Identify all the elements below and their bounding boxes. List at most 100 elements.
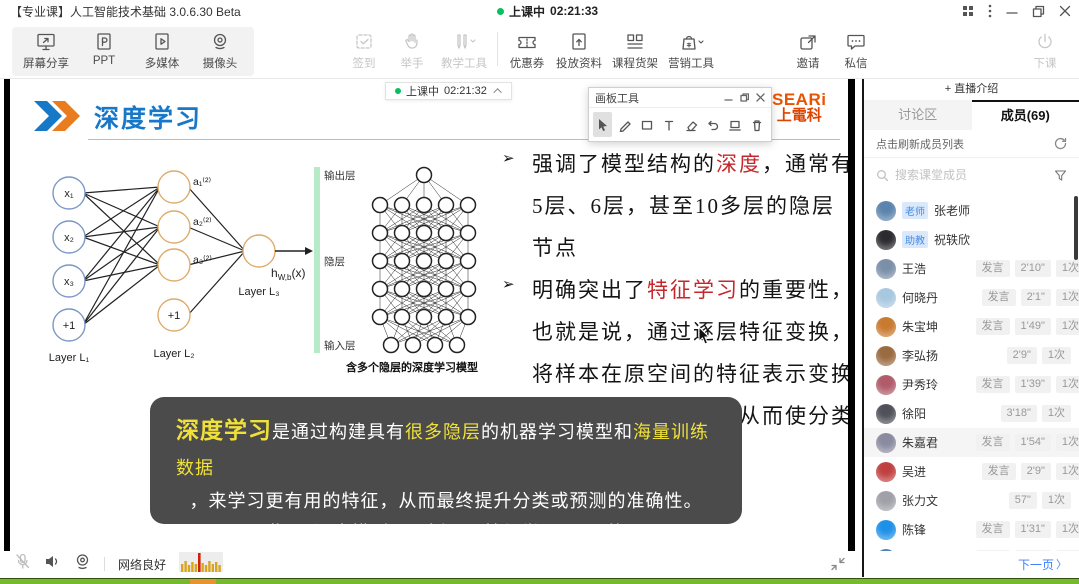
member-stats: 发言 2'1" 1次 <box>982 289 1079 306</box>
member-row[interactable]: 朱宝坤 发言 1'49" 1次 <box>864 312 1079 341</box>
seari-logo-text: SEARi <box>772 91 826 109</box>
status-text: 上课中 <box>509 3 545 20</box>
svg-text:输出层: 输出层 <box>324 169 356 182</box>
svg-text:a₃⁽²⁾: a₃⁽²⁾ <box>193 254 212 266</box>
search-input[interactable] <box>895 168 1048 182</box>
member-row[interactable]: 张昕 发言 1'38" 1次 <box>864 544 1079 551</box>
whiteboard-panel-header[interactable]: 画板工具 <box>589 88 771 108</box>
member-row[interactable]: 尹秀玲 发言 1'39" 1次 <box>864 370 1079 399</box>
bullet-text: 强调了模型结构的 <box>532 152 716 176</box>
member-list-scrollbar[interactable] <box>1074 196 1078 260</box>
more-menu-icon[interactable] <box>988 4 992 18</box>
summary-text: ，来学习更有用的特征，从而最终提升分类或预测的准确性。 <box>176 485 716 518</box>
screen-share-button[interactable]: 屏幕分享 <box>20 30 72 73</box>
next-page-arrow-icon[interactable]: 〉 <box>1056 556 1067 572</box>
member-row[interactable]: 陈锋 发言 1'31" 1次 <box>864 515 1079 544</box>
select-tool-icon[interactable] <box>593 112 612 137</box>
speak-count-chip: 1次 <box>1056 260 1079 277</box>
coupon-button[interactable]: 优惠券 <box>503 30 551 73</box>
member-avatar <box>876 317 896 337</box>
member-avatar <box>876 462 896 482</box>
speak-count-chip: 1次 <box>1056 289 1079 306</box>
end-class-button[interactable]: 下课 <box>1023 30 1067 73</box>
board-tool-icon[interactable] <box>726 112 745 137</box>
member-avatar <box>876 288 896 308</box>
materials-button[interactable]: 投放资料 <box>551 30 607 73</box>
svg-text:x₁: x₁ <box>64 188 74 200</box>
eraser-tool-icon[interactable] <box>682 112 701 137</box>
member-name: 张力文 <box>902 492 938 509</box>
minimize-icon[interactable] <box>1006 5 1018 17</box>
bullet-marker-icon: ➢ <box>502 144 515 174</box>
refresh-members-row[interactable]: 点击刷新成员列表 <box>864 130 1079 158</box>
member-list[interactable]: 老师 张老师 助教 祝轶欣 王浩 发言 2'10" 1次 何晓丹 发言 2'1 <box>864 196 1079 551</box>
app-title: 【专业课】人工智能技术基础 3.0.6.30 Beta <box>10 3 241 20</box>
text-tool-icon[interactable] <box>659 112 678 137</box>
exit-fullscreen-icon[interactable] <box>830 556 846 577</box>
member-row[interactable]: 朱嘉君 发言 1'54" 1次 <box>864 428 1079 457</box>
webcam-icon[interactable] <box>74 553 91 575</box>
wb-close-icon[interactable] <box>756 93 765 102</box>
tab-discussion[interactable]: 讨论区 <box>864 100 972 130</box>
speak-count-chip: 1次 <box>1042 347 1071 364</box>
clear-tool-icon[interactable] <box>748 112 767 137</box>
class-timer-pill[interactable]: 上课中 02:21:32 <box>385 82 512 100</box>
microphone-muted-icon[interactable] <box>14 553 31 575</box>
filter-icon[interactable] <box>1054 169 1067 182</box>
live-intro-header[interactable]: + 直播介绍 <box>864 79 1079 100</box>
seari-logo: SEARi 上電科 <box>772 91 826 125</box>
slide-title: 深度学习 <box>94 99 202 135</box>
mouse-cursor-icon <box>698 327 711 351</box>
svg-text:Layer L₃: Layer L₃ <box>238 286 279 298</box>
close-icon[interactable] <box>1059 5 1071 17</box>
marketing-tools-button[interactable]: 营销工具 <box>663 30 719 73</box>
member-name: 张老师 <box>934 202 970 219</box>
course-shelf-button[interactable]: 课程货架 <box>607 30 663 73</box>
member-row[interactable]: 老师 张老师 <box>864 196 1079 225</box>
speak-action-chip[interactable]: 发言 <box>976 434 1010 451</box>
member-row[interactable]: 张力文 57" 1次 <box>864 486 1079 515</box>
speak-count-chip: 1次 <box>1042 492 1071 509</box>
member-row[interactable]: 王浩 发言 2'10" 1次 <box>864 254 1079 283</box>
multimedia-button[interactable]: 多媒体 <box>136 30 188 73</box>
speak-action-chip[interactable]: 发言 <box>976 260 1010 277</box>
speak-action-chip[interactable]: 发言 <box>976 318 1010 335</box>
checkin-button[interactable]: 签到 <box>340 30 388 73</box>
wb-restore-icon[interactable] <box>740 93 749 102</box>
refresh-icon[interactable] <box>1054 137 1067 150</box>
tab-members[interactable]: 成员(69) <box>972 100 1079 130</box>
speak-action-chip[interactable]: 发言 <box>982 463 1016 480</box>
camera-button[interactable]: 摄像头 <box>194 30 246 73</box>
member-row[interactable]: 徐阳 3'18" 1次 <box>864 399 1079 428</box>
bullet-highlight: 深度 <box>716 152 762 176</box>
layout-grid-icon[interactable] <box>962 5 974 17</box>
pencil-tool-icon[interactable] <box>615 112 634 137</box>
collapse-caret-icon[interactable] <box>493 88 501 96</box>
whiteboard-tools-panel: 画板工具 <box>588 87 772 142</box>
rectangle-tool-icon[interactable] <box>637 112 656 137</box>
member-row[interactable]: 吴进 发言 2'9" 1次 <box>864 457 1079 486</box>
member-row[interactable]: 何晓丹 发言 2'1" 1次 <box>864 283 1079 312</box>
teaching-tools-button[interactable]: 教学工具 <box>436 30 492 73</box>
sidebar: + 直播介绍 讨论区 成员(69) 点击刷新成员列表 老师 张老师 助 <box>862 79 1079 577</box>
av-status-bar: 网络良好 <box>0 551 862 577</box>
member-stats: 发言 1'54" 1次 <box>976 434 1079 451</box>
direct-message-button[interactable]: 私信 <box>832 30 880 73</box>
speaker-icon[interactable] <box>44 553 61 575</box>
undo-tool-icon[interactable] <box>704 112 723 137</box>
ppt-button[interactable]: PPT <box>78 30 130 73</box>
speak-action-chip[interactable]: 发言 <box>982 289 1016 306</box>
slide-canvas[interactable]: 深度学习 上课中 02:21:32 画板工具 <box>0 79 862 551</box>
member-row[interactable]: 助教 祝轶欣 <box>864 225 1079 254</box>
invite-button[interactable]: 邀请 <box>784 30 832 73</box>
wb-minimize-icon[interactable] <box>724 93 733 102</box>
letterbox-left <box>4 79 10 551</box>
speak-action-chip[interactable]: 发言 <box>976 376 1010 393</box>
speak-time-chip: 3'18" <box>1001 405 1037 422</box>
raise-hand-button[interactable]: 举手 <box>388 30 436 73</box>
restore-icon[interactable] <box>1032 5 1045 18</box>
member-row[interactable]: 李弘扬 2'9" 1次 <box>864 341 1079 370</box>
speak-action-chip[interactable]: 发言 <box>976 521 1010 538</box>
member-name: 何晓丹 <box>902 289 938 306</box>
next-page-link[interactable]: 下一页 <box>1018 556 1054 573</box>
